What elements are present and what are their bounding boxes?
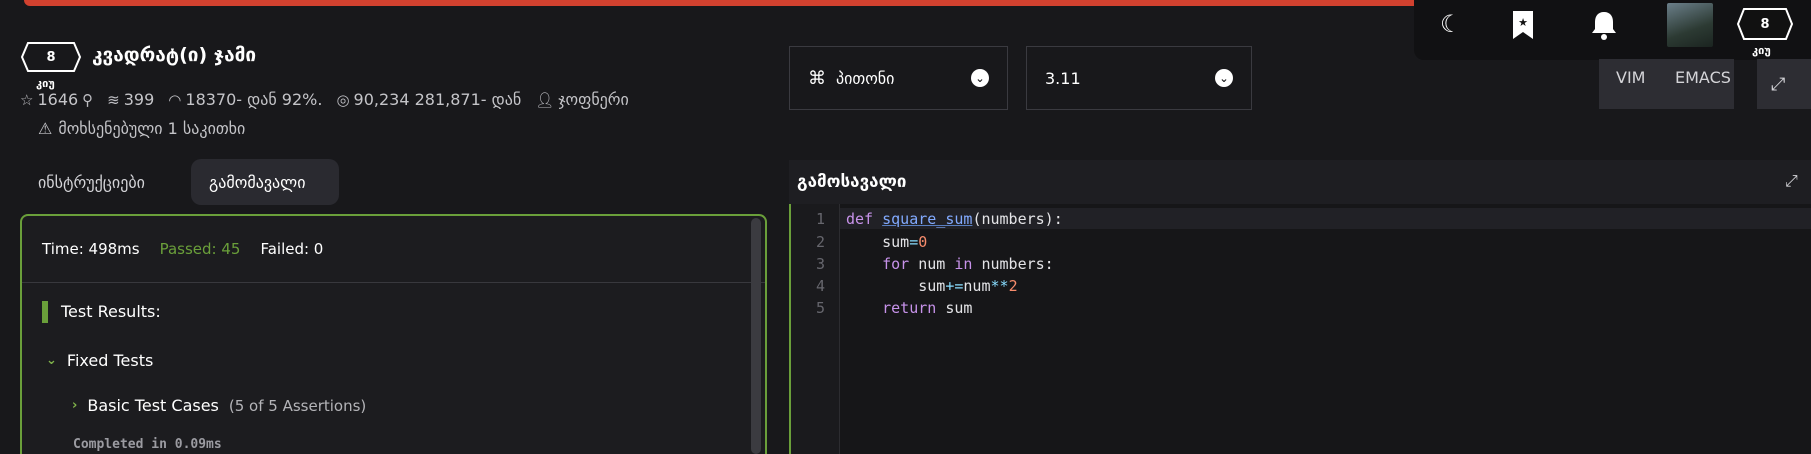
fixed-tests-label: Fixed Tests — [66, 351, 154, 370]
line-number: 2 — [815, 233, 825, 251]
code-editor[interactable] — [789, 204, 1811, 454]
user-icon: 👤︎ — [535, 90, 555, 109]
function-name: square_sum — [882, 210, 973, 228]
language-value: პითონი — [836, 68, 895, 88]
operator: += — [945, 277, 964, 295]
code-text: sum — [936, 299, 973, 317]
chevron-down-icon: ⌄ — [46, 353, 57, 368]
fullscreen-button[interactable]: ⤢ — [1757, 59, 1811, 109]
author-name: ჯოფნერი — [558, 90, 629, 109]
version-value: 3.11 — [1045, 68, 1081, 88]
issues-label: მოხსენებული 1 საკითხი — [58, 119, 246, 138]
number-literal: 0 — [918, 233, 928, 251]
code-text: sum — [882, 233, 910, 251]
code-text: numbers: — [972, 255, 1054, 273]
issues-link[interactable]: ⚠ მოხსენებული 1 საკითხი — [38, 119, 245, 138]
line-number: 1 — [815, 210, 825, 228]
basic-test-cases-toggle[interactable]: › Basic Test Cases (5 of 5 Assertions) — [72, 396, 366, 415]
code-line-1: def square_sum(numbers): — [846, 210, 1063, 228]
author-stat[interactable]: 👤︎ ჯოფნერი — [535, 90, 629, 109]
test-results-title: Test Results: — [61, 302, 161, 321]
star-icon: ☆ — [20, 90, 34, 109]
completion-stat: ◠ 18370- დან 92%. — [168, 90, 322, 109]
code-text: num — [963, 277, 991, 295]
operator: ** — [990, 277, 1009, 295]
vim-button[interactable]: VIM — [1616, 68, 1645, 87]
solution-title: გამოსავალი — [797, 172, 907, 192]
line-number: 5 — [815, 299, 825, 317]
kata-stats: ☆ 1646 ⚲ ≋ 399 ◠ 18370- დან 92%. ◎ 90,234 281… — [20, 90, 629, 109]
expand-icon[interactable]: ⤢ — [1785, 171, 1798, 191]
completed-label: Completed in 0.09ms — [73, 437, 222, 452]
rank-badge-sub: კიუ — [1752, 44, 1771, 57]
operator: = — [909, 233, 919, 251]
bookmark-icon[interactable]: ★ — [1512, 10, 1534, 44]
code-line-5: return sum — [846, 299, 972, 317]
rank-badge[interactable]: 8 — [1736, 7, 1794, 41]
emacs-button[interactable]: EMACS — [1675, 68, 1731, 87]
keyword: def — [846, 210, 874, 228]
code-text: sum — [918, 277, 946, 295]
basic-cases-assertions: (5 of 5 Assertions) — [228, 396, 367, 415]
chevron-down-icon: ⌄ — [1215, 69, 1233, 87]
failed-label: Failed: 0 — [260, 240, 324, 258]
bell-icon[interactable] — [1590, 10, 1618, 44]
line-number: 4 — [815, 277, 825, 295]
avatar[interactable] — [1667, 3, 1713, 47]
moon-icon[interactable]: ☾ — [1440, 12, 1462, 36]
language-select[interactable]: ⌘ პითონი ⌄ — [789, 46, 1008, 110]
number-literal: 2 — [1008, 277, 1018, 295]
results-panel: Time: 498ms Passed: 45 Failed: 0 — [20, 214, 767, 454]
target-icon: ◎ — [336, 90, 350, 109]
code-line-3: for num in numbers: — [846, 255, 1054, 273]
keyword: in — [954, 255, 973, 273]
fixed-tests-toggle[interactable]: ⌄ Fixed Tests — [46, 351, 153, 370]
kata-rank-sub: კიუ — [36, 77, 55, 90]
basic-cases-label: Basic Test Cases — [87, 396, 219, 415]
results-summary: Time: 498ms Passed: 45 Failed: 0 — [22, 216, 765, 283]
collections-count: 399 — [123, 90, 155, 109]
python-icon: ⌘ — [808, 67, 826, 89]
code-line-2: sum=0 — [846, 233, 927, 251]
tab-output[interactable]: გამომავალი — [191, 159, 339, 205]
chevron-right-icon: › — [72, 398, 78, 413]
kata-rank-value: 8 — [46, 49, 56, 65]
rank-badge-value: 8 — [1760, 16, 1770, 32]
chevron-down-icon: ⌄ — [971, 69, 989, 87]
gauge-icon: ◠ — [168, 90, 182, 109]
warning-icon: ⚠ — [38, 119, 53, 138]
line-number: 3 — [815, 255, 825, 273]
keyword: for — [882, 255, 910, 273]
collection-icon: ⚲ — [82, 90, 94, 109]
keyword: return — [882, 299, 937, 317]
code-line-4: sum+=num**2 — [846, 277, 1018, 295]
expand-icon: ⤢ — [1771, 73, 1786, 95]
code-text: (numbers): — [972, 210, 1063, 228]
version-select[interactable]: 3.11 ⌄ — [1026, 46, 1252, 110]
code-text: num — [909, 255, 955, 273]
kata-title: კვადრატ(ი) ჯამი — [92, 44, 257, 66]
time-label: Time: 498ms — [42, 240, 140, 258]
completion-rate: 18370- დან 92%. — [185, 90, 323, 109]
results-scrollbar[interactable] — [751, 218, 761, 454]
test-results-marker — [42, 301, 48, 323]
stars-stat[interactable]: ☆ 1646 ⚲ — [20, 90, 93, 109]
solutions-count: 90,234 281,871- დან — [353, 90, 522, 109]
collections-stat[interactable]: ≋ 399 — [107, 90, 154, 109]
tab-instructions[interactable]: ინსტრუქციები — [20, 159, 190, 205]
stars-count: 1646 — [37, 90, 79, 109]
top-accent-bar — [24, 0, 1449, 6]
kata-rank-badge: 8 — [20, 41, 82, 73]
passed-label: Passed: 45 — [159, 240, 241, 258]
layers-icon: ≋ — [107, 90, 120, 109]
solution-header: გამოსავალი — [789, 160, 1811, 204]
svg-text:★: ★ — [1518, 16, 1528, 29]
solutions-stat: ◎ 90,234 281,871- დან — [336, 90, 521, 109]
